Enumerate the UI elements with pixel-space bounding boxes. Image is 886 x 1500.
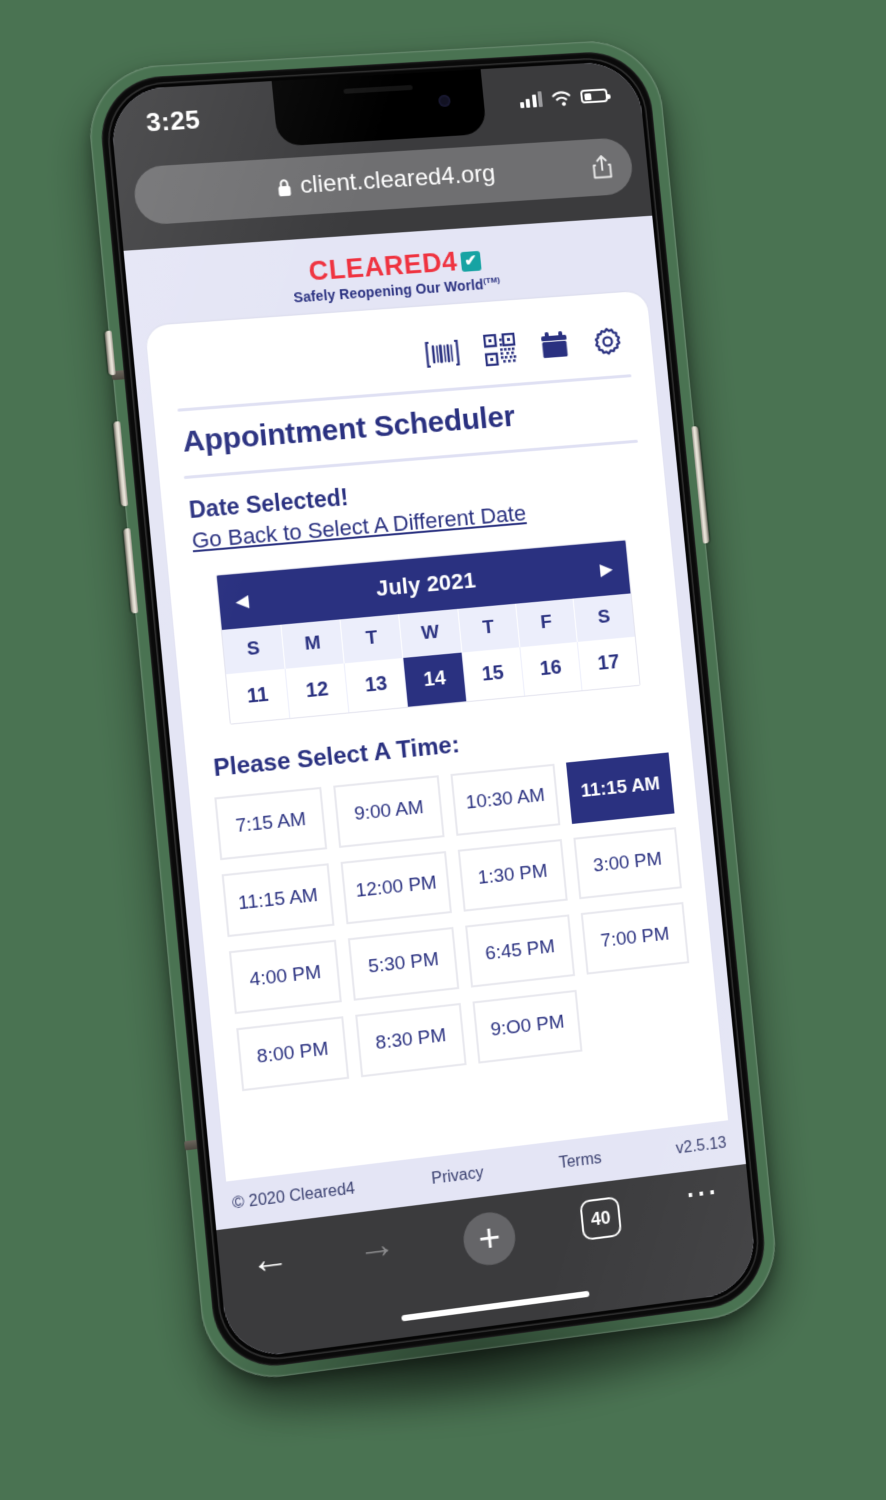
new-tab-button[interactable]: +: [461, 1209, 518, 1269]
time-slot[interactable]: 9:00 AM: [333, 775, 445, 848]
lock-icon: [276, 177, 293, 197]
footer-copyright: © 2020 Cleared4: [231, 1180, 356, 1213]
calendar-dow-0: S: [221, 624, 286, 675]
calendar-day[interactable]: 12: [285, 663, 350, 718]
cellular-bars-icon: [519, 91, 543, 109]
arrow-left-icon[interactable]: ←: [248, 1236, 291, 1284]
qr-code-icon[interactable]: [483, 333, 517, 367]
calendar-dow-3: W: [399, 608, 463, 658]
calendar-day[interactable]: 16: [520, 641, 583, 696]
time-slot[interactable]: 4:00 PM: [228, 939, 342, 1015]
page-title: Appointment Scheduler: [181, 400, 517, 459]
url-bar[interactable]: client.cleared4.org: [132, 136, 635, 226]
time-slot[interactable]: 6:45 PM: [465, 914, 576, 988]
time-slot[interactable]: 9:O0 PM: [472, 989, 583, 1064]
time-slot[interactable]: 7:15 AM: [214, 786, 328, 861]
url-text: client.cleared4.org: [298, 160, 497, 200]
calendar-day[interactable]: 13: [344, 657, 409, 713]
status-indicators: [519, 87, 609, 109]
time-slot[interactable]: 10:30 AM: [450, 763, 561, 836]
calendar-day[interactable]: 15: [462, 647, 525, 702]
calendar-dow-6: S: [596, 606, 612, 629]
app-toolbar: [172, 318, 630, 397]
time-slot-selected[interactable]: 11:15 AM: [566, 752, 675, 824]
gear-icon[interactable]: [592, 326, 624, 357]
footer-privacy-link[interactable]: Privacy: [431, 1164, 485, 1188]
calendar-widget: ◀ July 2021 ▶ SMTWTFS 11 12 13 14 15 16 17: [215, 539, 641, 725]
time-slot[interactable]: 5:30 PM: [347, 926, 460, 1001]
time-slot[interactable]: 8:00 PM: [236, 1016, 350, 1092]
calendar-next-button[interactable]: ▶: [599, 559, 613, 579]
status-time: 3:25: [144, 103, 202, 137]
calendar-dow-5: F: [515, 598, 578, 648]
footer-terms-link[interactable]: Terms: [558, 1150, 602, 1173]
calendar-dow-2: T: [340, 614, 404, 664]
time-slot[interactable]: 1:30 PM: [457, 839, 568, 912]
time-slot[interactable]: 3:00 PM: [573, 827, 682, 900]
calendar-icon[interactable]: [540, 330, 570, 361]
calendar-dow-1: M: [281, 619, 345, 669]
tab-count-button[interactable]: 40: [579, 1196, 623, 1241]
brand-tagline-tm: (TM): [482, 275, 501, 286]
scheduler-card: Appointment Scheduler Date Selected! Go …: [145, 290, 730, 1196]
calendar-day[interactable]: 17: [578, 637, 640, 691]
calendar-prev-button[interactable]: ◀: [235, 591, 250, 611]
calendar-dow-4: T: [457, 603, 521, 653]
screenshot-stage: 3:25 client.cleared4.org CLEARED4 ✔ Safe…: [0, 0, 886, 1500]
web-page: CLEARED4 ✔ Safely Reopening Our World(TM…: [123, 215, 747, 1231]
time-slot[interactable]: 12:00 PM: [340, 851, 452, 925]
calendar-month-label: July 2021: [374, 567, 477, 601]
brand-check-icon: ✔: [460, 250, 482, 272]
wifi-icon: [550, 89, 573, 106]
time-slot-grid: 7:15 AM 9:00 AM 10:30 AM 11:15 AM 11:15 AM 12…: [214, 752, 696, 1092]
time-slot[interactable]: 11:15 AM: [221, 863, 335, 938]
time-slot[interactable]: 8:30 PM: [355, 1002, 467, 1078]
barcode-icon[interactable]: [424, 338, 460, 370]
battery-icon: [579, 88, 609, 104]
calendar-day[interactable]: 11: [226, 668, 291, 724]
time-slot[interactable]: 7:00 PM: [580, 902, 690, 975]
phone-device: 3:25 client.cleared4.org CLEARED4 ✔ Safe…: [84, 38, 782, 1387]
share-icon[interactable]: [590, 154, 614, 181]
footer-version: v2.5.13: [675, 1134, 728, 1158]
calendar-day-selected[interactable]: 14: [403, 652, 467, 707]
more-dots-icon[interactable]: ⋯: [683, 1173, 721, 1215]
arrow-right-icon[interactable]: →: [355, 1222, 397, 1269]
